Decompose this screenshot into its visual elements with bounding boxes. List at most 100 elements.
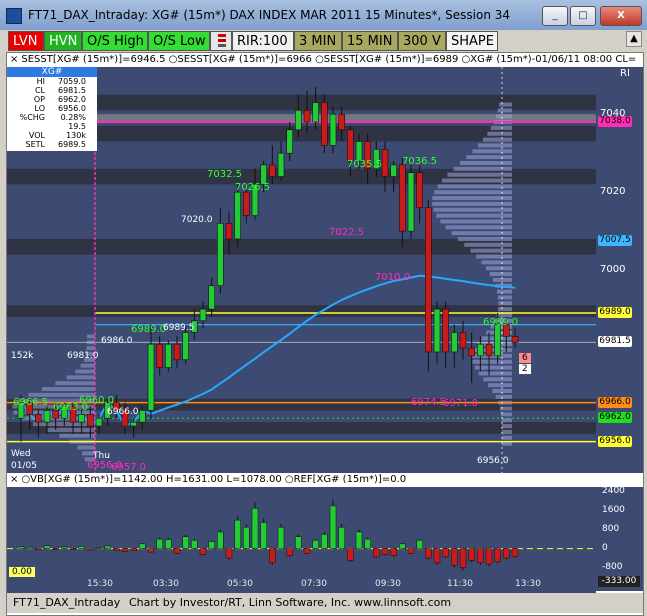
volume-bar bbox=[199, 548, 207, 555]
info-row: 19.5 bbox=[7, 122, 97, 131]
profile-bar bbox=[501, 424, 512, 429]
candle-body bbox=[399, 164, 406, 232]
volume-bar bbox=[494, 548, 501, 562]
maximize-button[interactable]: □ bbox=[570, 6, 596, 26]
status-chart-name: FT71_DAX_Intraday bbox=[13, 596, 121, 609]
profile-bar bbox=[485, 266, 512, 271]
volume-bar bbox=[208, 541, 215, 549]
profile-bar bbox=[55, 381, 95, 386]
candle-body bbox=[459, 332, 467, 349]
profile-bar bbox=[464, 242, 512, 247]
volume-tick: 800 bbox=[602, 523, 620, 534]
price-plot[interactable]: XG# HI 7059.0 CL 6981.5 OP 6962.0 LO 6956.0 %CHG… bbox=[7, 67, 596, 473]
profile-bar bbox=[497, 307, 512, 312]
profile-bar bbox=[498, 295, 512, 300]
15min-button[interactable]: 15 MIN bbox=[342, 31, 398, 51]
300v-button[interactable]: 300 V bbox=[398, 31, 446, 51]
candle-body bbox=[312, 102, 319, 123]
volume-bar bbox=[477, 548, 484, 564]
info-key bbox=[7, 122, 48, 131]
toolbar-scroll-up[interactable]: ▲ bbox=[626, 31, 642, 47]
rir-icon[interactable] bbox=[210, 31, 232, 51]
info-key: VOL bbox=[28, 131, 45, 140]
profile-bar bbox=[77, 445, 95, 450]
title-bar: FT71_DAX_Intraday: XG# (15m*) DAX INDEX … bbox=[0, 0, 647, 31]
close-button[interactable]: X bbox=[600, 6, 642, 26]
white-annotation: 01/05 bbox=[11, 461, 37, 471]
candle-body bbox=[442, 308, 449, 353]
rir-button[interactable]: RIR:100 bbox=[232, 31, 294, 51]
profile-bar bbox=[483, 137, 512, 142]
profile-bar bbox=[497, 108, 512, 113]
volume-tick: 2400 bbox=[602, 487, 625, 496]
profile-bar bbox=[500, 412, 512, 417]
profile-bar bbox=[451, 231, 512, 236]
profile-bar bbox=[432, 196, 512, 201]
volume-bar bbox=[503, 548, 510, 559]
volume-bar bbox=[87, 548, 94, 551]
white-annotation: 6966.0 bbox=[107, 407, 139, 417]
bar-count-box: 6 bbox=[519, 353, 531, 363]
candle-body bbox=[381, 148, 389, 177]
shape-button[interactable]: SHAPE bbox=[446, 31, 498, 51]
profile-bar bbox=[476, 254, 512, 259]
os-high-button[interactable]: O/S High bbox=[82, 31, 148, 51]
profile-bar bbox=[498, 301, 512, 306]
price-tag: 6956.0 bbox=[598, 435, 632, 447]
candle-body bbox=[511, 336, 519, 343]
candle-body bbox=[277, 152, 285, 177]
volume-bar bbox=[355, 531, 363, 549]
info-row: VOL 130k bbox=[7, 131, 97, 140]
candle-body bbox=[451, 332, 458, 353]
volume-bar bbox=[225, 548, 233, 559]
volume-legend-close-icon[interactable]: × bbox=[7, 474, 21, 485]
volume-bar bbox=[182, 536, 189, 549]
volume-bar bbox=[260, 522, 267, 549]
magenta-annotation: 6974.5 bbox=[411, 397, 446, 408]
green-annotation: 6966.5 bbox=[13, 397, 48, 408]
info-row: CL 6981.5 bbox=[7, 86, 97, 95]
profile-bar bbox=[499, 102, 512, 107]
profile-bar bbox=[490, 125, 512, 130]
volume-bar bbox=[468, 548, 475, 561]
volume-value-tag: -333.00 bbox=[598, 576, 640, 587]
profile-bar bbox=[478, 371, 512, 376]
candle-body bbox=[338, 113, 345, 131]
3min-button[interactable]: 3 MIN bbox=[294, 31, 342, 51]
volume-bar bbox=[251, 508, 259, 549]
profile-bar bbox=[501, 429, 512, 434]
info-key: CL bbox=[34, 86, 45, 95]
volume-bar bbox=[139, 543, 146, 549]
profile-bar bbox=[488, 383, 512, 388]
profile-bar bbox=[86, 334, 95, 339]
profile-bar bbox=[442, 178, 512, 183]
white-annotation: Wed bbox=[11, 449, 31, 459]
candle-body bbox=[95, 417, 103, 427]
candle-body bbox=[234, 191, 241, 240]
info-value: 6981.5 bbox=[58, 86, 86, 95]
price-tag: 6981.5 bbox=[598, 336, 632, 348]
green-annotation: 7026.5 bbox=[235, 182, 270, 193]
minimize-button[interactable]: _ bbox=[542, 6, 568, 26]
volume-bar bbox=[17, 546, 25, 549]
profile-bar bbox=[489, 272, 512, 277]
price-tag: 6989.0 bbox=[598, 306, 632, 318]
volume-bar bbox=[234, 519, 241, 549]
ri-label: RI bbox=[620, 68, 630, 79]
profile-bar bbox=[41, 387, 95, 392]
volume-bar bbox=[329, 505, 337, 549]
volume-bar bbox=[425, 548, 432, 559]
os-low-button[interactable]: O/S Low bbox=[148, 31, 210, 51]
info-value: 0.28% bbox=[60, 113, 86, 122]
volume-plot[interactable]: 0.00 bbox=[7, 487, 596, 591]
legend-close-icon[interactable]: × bbox=[7, 54, 21, 65]
candle-body bbox=[295, 110, 302, 131]
candle-body bbox=[321, 102, 328, 146]
candle-body bbox=[286, 129, 293, 154]
hvn-button[interactable]: HVN bbox=[44, 31, 82, 51]
lvn-button[interactable]: LVN bbox=[8, 31, 44, 51]
price-tag: 6962.0 bbox=[598, 412, 632, 424]
green-annotation: 7036.5 bbox=[402, 156, 437, 167]
profile-bar bbox=[434, 190, 512, 195]
volume-bar bbox=[26, 546, 33, 549]
